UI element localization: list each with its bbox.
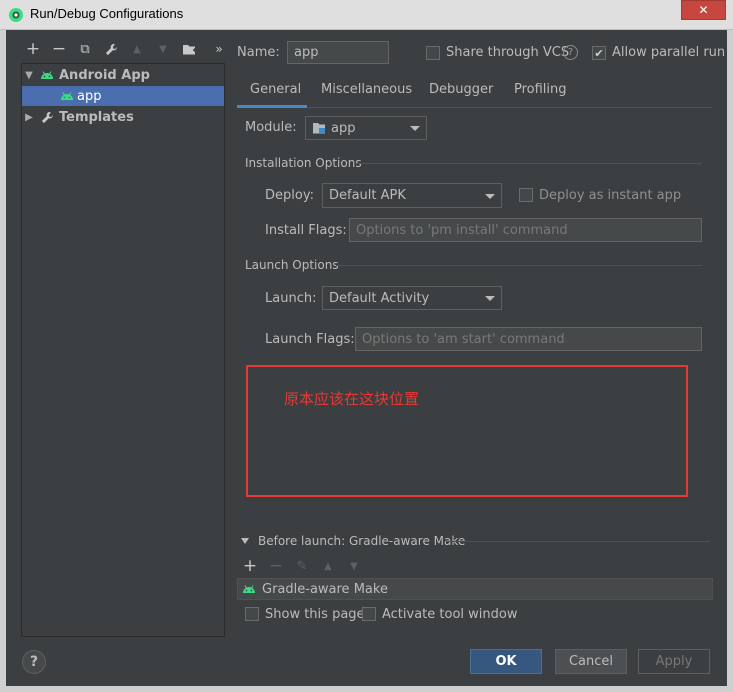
- list-item[interactable]: Gradle-aware Make: [262, 582, 388, 597]
- annotation-box: [246, 365, 688, 497]
- title-bar: Run/Debug Configurations ✕: [0, 0, 733, 30]
- before-launch-list: Gradle-aware Make: [237, 578, 713, 600]
- move-down-icon[interactable]: ▼: [153, 38, 173, 60]
- wrench-icon: [41, 111, 54, 123]
- launch-options-title: Launch Options: [245, 258, 339, 272]
- section-divider: [336, 265, 702, 266]
- chevron-down-icon: [485, 193, 495, 199]
- tab-debugger[interactable]: Debugger: [429, 82, 493, 108]
- tab-general[interactable]: General: [237, 82, 307, 108]
- module-combo[interactable]: app: [305, 116, 427, 140]
- launch-combo[interactable]: Default Activity: [322, 286, 502, 310]
- more-icon[interactable]: »: [209, 38, 229, 60]
- android-icon: [61, 92, 73, 100]
- activate-tool-window-label: Activate tool window: [382, 607, 518, 622]
- tree-item-android-app[interactable]: ▼ Android App: [22, 65, 224, 85]
- share-vcs-checkbox[interactable]: [426, 46, 440, 60]
- allow-parallel-checkbox[interactable]: ✔: [592, 46, 606, 60]
- install-flags-input[interactable]: Options to 'pm install' command: [349, 218, 702, 242]
- deploy-combo[interactable]: Default APK: [322, 183, 502, 208]
- annotation-text: 原本应该在这块位置: [284, 390, 420, 408]
- help-icon[interactable]: ?: [563, 45, 578, 60]
- android-icon: [243, 585, 255, 593]
- instant-app-checkbox[interactable]: [519, 188, 533, 202]
- tab-miscellaneous[interactable]: Miscellaneous: [321, 82, 412, 108]
- wrench-glyph: [105, 43, 117, 55]
- instant-app-label: Deploy as instant app: [539, 188, 682, 203]
- close-icon: ✕: [698, 3, 709, 17]
- module-label: Module:: [245, 120, 297, 135]
- section-divider: [354, 163, 702, 164]
- ok-button[interactable]: OK: [470, 649, 542, 674]
- remove-icon[interactable]: −: [49, 38, 69, 60]
- module-value: app: [331, 120, 356, 136]
- show-page-checkbox[interactable]: [245, 607, 259, 621]
- tab-bar: General Miscellaneous Debugger Profiling: [237, 78, 712, 108]
- launch-flags-input[interactable]: Options to 'am start' command: [355, 327, 702, 351]
- launch-label: Launch:: [265, 291, 317, 306]
- cancel-button[interactable]: Cancel: [555, 649, 627, 674]
- close-button[interactable]: ✕: [681, 0, 726, 20]
- wrench-icon[interactable]: [101, 38, 121, 60]
- edit-task-icon[interactable]: ✎: [292, 555, 312, 577]
- folder-glyph: [182, 44, 197, 54]
- show-page-label: Show this page: [265, 607, 365, 622]
- tree-item-label: Templates: [59, 109, 134, 125]
- move-up-icon[interactable]: ▲: [127, 38, 147, 60]
- name-label: Name:: [237, 45, 280, 60]
- chevron-down-icon: [485, 296, 495, 301]
- tree-item-templates[interactable]: ▶ Templates: [22, 107, 224, 127]
- tree-item-label: app: [77, 88, 102, 104]
- copy-icon[interactable]: ⧉: [75, 38, 95, 60]
- install-flags-label: Install Flags:: [265, 223, 347, 238]
- deploy-value: Default APK: [329, 188, 406, 203]
- window-title: Run/Debug Configurations: [30, 6, 184, 21]
- android-icon: [41, 71, 53, 79]
- chevron-down-icon: [410, 126, 420, 131]
- launch-value: Default Activity: [329, 290, 430, 306]
- help-button[interactable]: ?: [22, 650, 46, 674]
- name-field[interactable]: app: [287, 41, 389, 64]
- installation-options-title: Installation Options: [245, 156, 362, 170]
- section-divider: [446, 541, 710, 542]
- expand-arrow-icon[interactable]: ▼: [22, 70, 36, 81]
- apply-button[interactable]: Apply: [638, 649, 710, 674]
- add-task-icon[interactable]: +: [240, 555, 260, 577]
- tree-item-label: Android App: [59, 67, 150, 83]
- launch-flags-label: Launch Flags:: [265, 332, 355, 347]
- tree-item-app[interactable]: app: [22, 86, 224, 106]
- configurations-tree: ▼ Android App app ▶ Templates: [21, 63, 225, 637]
- add-icon[interactable]: +: [23, 38, 43, 60]
- collapse-arrow-icon[interactable]: [241, 538, 249, 544]
- deploy-label: Deploy:: [265, 188, 314, 203]
- move-task-up-icon[interactable]: ▲: [318, 555, 338, 577]
- module-folder-icon: [313, 123, 325, 134]
- activate-tool-window-checkbox[interactable]: [362, 607, 376, 621]
- collapse-arrow-icon[interactable]: ▶: [22, 112, 36, 123]
- share-vcs-label: Share through VCS: [446, 45, 570, 60]
- android-studio-icon: [9, 8, 23, 22]
- config-toolbar: + − ⧉ ▲ ▼ »: [21, 38, 225, 62]
- tab-profiling[interactable]: Profiling: [514, 82, 567, 108]
- new-folder-icon[interactable]: [179, 38, 199, 60]
- remove-task-icon[interactable]: −: [266, 555, 286, 577]
- allow-parallel-label: Allow parallel run: [612, 45, 726, 60]
- move-task-down-icon[interactable]: ▼: [344, 555, 364, 577]
- before-launch-title: Before launch: Gradle-aware Make: [258, 534, 466, 548]
